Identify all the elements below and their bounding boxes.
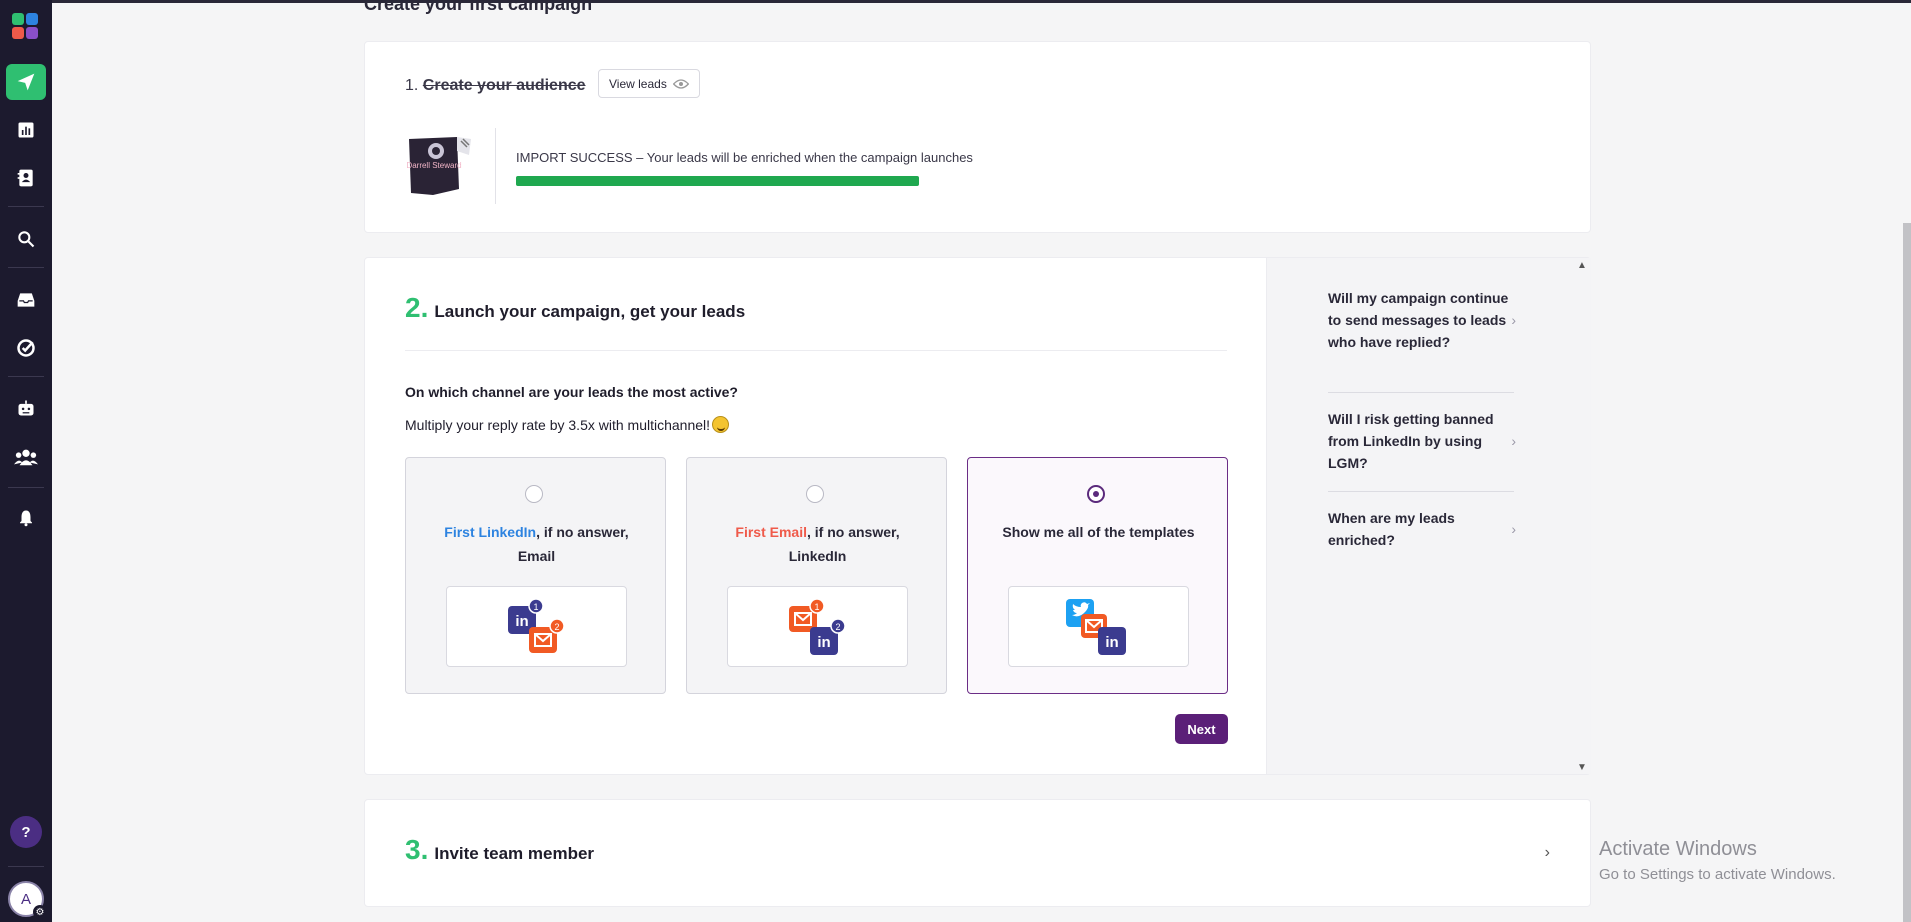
campaigns-nav-button[interactable] <box>6 64 46 100</box>
chevron-right-icon: › <box>1511 521 1516 537</box>
step1-title-text: Create your audience <box>422 77 586 94</box>
option-illustration: in 1 2 <box>446 586 627 667</box>
email-then-linkedin-icon: 1 in 2 <box>789 598 846 655</box>
import-status-text: IMPORT SUCCESS – Your leads will be enri… <box>516 150 973 165</box>
chevron-right-icon[interactable]: › <box>1545 844 1550 862</box>
linkedin-then-email-icon: in 1 2 <box>508 598 565 653</box>
step2-title: 2. Launch your campaign, get your leads <box>405 292 745 324</box>
svg-text:in: in <box>515 613 528 630</box>
step1-card: 1. Create your audience View leads Darre… <box>364 41 1591 233</box>
analytics-nav-button[interactable] <box>6 112 46 148</box>
option-all-templates[interactable]: Show me all of the templates in <box>967 457 1228 694</box>
option-email-first[interactable]: First Email, if no answer, LinkedIn 1 in… <box>686 457 947 694</box>
settings-gear-icon[interactable]: ⚙ <box>33 905 47 919</box>
faq-item[interactable]: When are my leads enriched? › <box>1328 507 1516 551</box>
step3-title: 3. Invite team member <box>405 834 594 866</box>
faq-question: When are my leads enriched? <box>1328 510 1455 548</box>
multiply-text: Multiply your reply rate by 3.5x with mu… <box>405 416 730 433</box>
watermark-subtitle: Go to Settings to activate Windows. <box>1599 866 1836 883</box>
twitter-email-linkedin-icon: in <box>1066 599 1126 655</box>
channel-question: On which channel are your leads the most… <box>405 384 738 400</box>
lead-card-illustration: Darrell Steward <box>405 133 477 199</box>
option-label: Show me all of the templates <box>1002 524 1195 540</box>
sidebar-divider <box>8 206 44 207</box>
next-button[interactable]: Next <box>1175 714 1228 744</box>
step3-title-text: Invite team member <box>434 844 595 863</box>
tasks-nav-button[interactable] <box>6 330 46 366</box>
faq-divider <box>1328 491 1514 492</box>
chevron-right-icon: › <box>1511 312 1516 328</box>
search-icon <box>18 231 35 248</box>
send-icon <box>17 73 35 91</box>
inbox-icon <box>17 293 35 307</box>
svg-text:1: 1 <box>814 602 819 612</box>
scroll-down-arrow-icon[interactable]: ▼ <box>1575 760 1589 774</box>
faq-item[interactable]: Will I risk getting banned from LinkedIn… <box>1328 408 1516 474</box>
faq-divider <box>1328 392 1514 393</box>
bell-icon <box>20 510 32 527</box>
chevron-right-icon: › <box>1511 433 1516 449</box>
search-nav-button[interactable] <box>6 221 46 257</box>
team-nav-button[interactable] <box>6 439 46 475</box>
sidebar-divider <box>8 376 44 377</box>
step3-number: 3. <box>405 834 429 865</box>
option-illustration: in <box>1008 586 1189 667</box>
option-linkedin-first[interactable]: First LinkedIn, if no answer, Email in 1… <box>405 457 666 694</box>
page-title: Create your first campaign <box>364 0 593 14</box>
sidebar-divider <box>8 866 44 867</box>
watermark-title: Activate Windows <box>1599 838 1757 860</box>
sidebar-divider <box>8 487 44 488</box>
scroll-up-arrow-icon[interactable]: ▲ <box>1575 258 1589 272</box>
option-highlight: First Email <box>735 524 807 540</box>
import-progress-fill <box>516 176 919 186</box>
option-label: First Email, if no answer, LinkedIn <box>707 520 928 568</box>
step2-number: 2. <box>405 292 429 323</box>
svg-text:2: 2 <box>554 622 559 632</box>
faq-item[interactable]: Will my campaign continue to send messag… <box>1328 287 1516 353</box>
option-radio[interactable] <box>525 485 543 503</box>
contacts-nav-button[interactable] <box>6 160 46 196</box>
bar-chart-icon <box>18 122 34 138</box>
app-logo-icon[interactable] <box>12 13 40 41</box>
top-bar <box>0 0 1911 3</box>
inbox-nav-button[interactable] <box>6 282 46 318</box>
svg-text:1: 1 <box>533 602 538 612</box>
step1-number: 1. <box>405 77 419 94</box>
step2-title-text: Launch your campaign, get your leads <box>434 302 746 321</box>
step1-title: 1. Create your audience <box>405 77 586 95</box>
check-circle-icon <box>17 339 35 357</box>
lead-card-name: Darrell Steward <box>406 161 461 170</box>
windows-activation-watermark: Activate Windows Go to Settings to activ… <box>1599 838 1836 883</box>
sidebar-divider <box>8 267 44 268</box>
divider <box>405 350 1227 351</box>
svg-text:2: 2 <box>835 622 840 632</box>
option-illustration: 1 in 2 <box>727 586 908 667</box>
view-leads-label: View leads <box>609 76 667 91</box>
eye-icon <box>672 78 689 89</box>
faq-panel: Will my campaign continue to send messag… <box>1266 258 1591 774</box>
option-label: First LinkedIn, if no answer, Email <box>426 520 647 568</box>
users-icon <box>14 449 38 466</box>
robot-icon <box>18 400 34 416</box>
option-radio-selected[interactable] <box>1087 485 1105 503</box>
option-highlight: First LinkedIn <box>444 524 537 540</box>
sidebar: ? A ⚙ <box>0 0 52 922</box>
address-book-icon <box>17 169 33 187</box>
faq-question: Will my campaign continue to send messag… <box>1328 290 1509 350</box>
svg-text:in: in <box>817 634 830 651</box>
notifications-nav-button[interactable] <box>6 500 46 536</box>
step2-card: 2. Launch your campaign, get your leads … <box>364 257 1591 775</box>
multiply-label: Multiply your reply rate by 3.5x with mu… <box>405 416 711 433</box>
step3-card[interactable]: 3. Invite team member › <box>364 799 1591 907</box>
faq-question: Will I risk getting banned from LinkedIn… <box>1328 411 1494 471</box>
bots-nav-button[interactable] <box>6 390 46 426</box>
svg-text:in: in <box>1105 634 1118 651</box>
divider <box>495 128 496 204</box>
import-progress-bar <box>516 176 919 186</box>
page-scrollbar[interactable] <box>1903 223 1911 922</box>
option-radio[interactable] <box>806 485 824 503</box>
smile-emoji-icon <box>712 416 730 433</box>
view-leads-button[interactable]: View leads <box>598 69 700 98</box>
help-button[interactable]: ? <box>10 816 42 848</box>
